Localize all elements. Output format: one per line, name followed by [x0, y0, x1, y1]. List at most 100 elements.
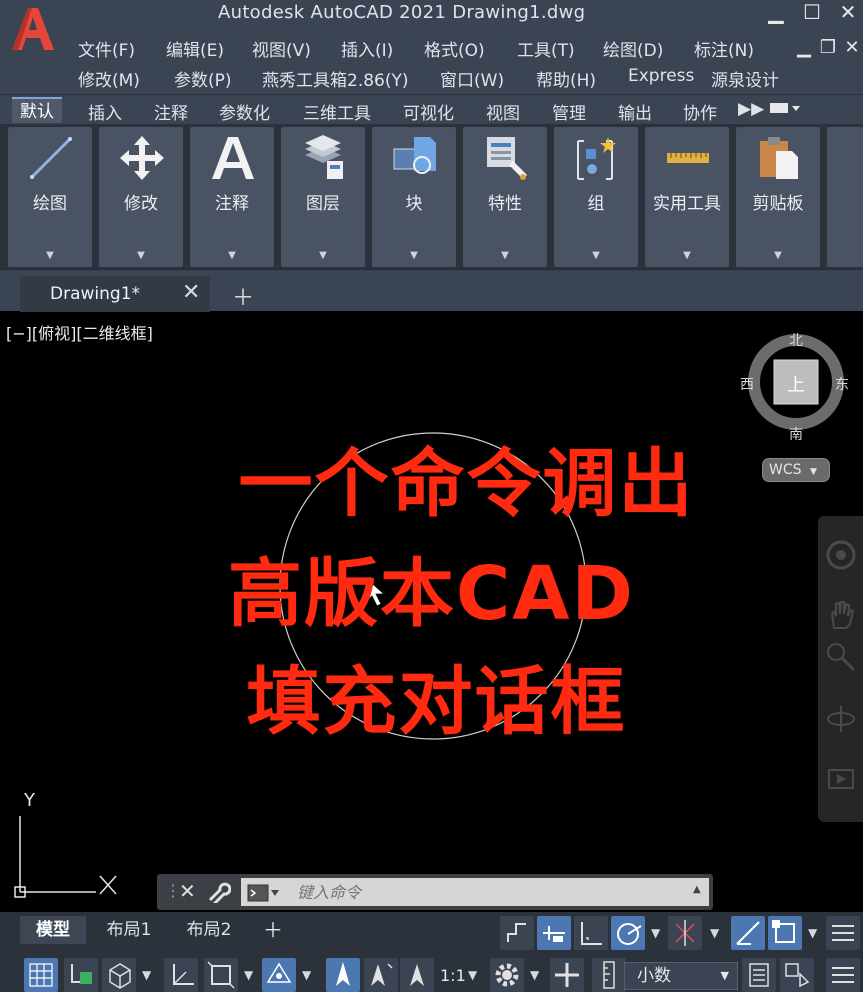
chevron-down-icon[interactable]: ▼ — [645, 250, 729, 261]
annotation-monitor-button[interactable] — [550, 958, 584, 992]
tab-insert[interactable]: 插入 — [88, 99, 122, 124]
menu-draw[interactable]: 绘图(D) — [603, 36, 663, 61]
tab-layout1[interactable]: 布局1 — [94, 916, 164, 944]
quick-properties-button[interactable] — [742, 958, 776, 992]
pan-hand-icon[interactable] — [824, 598, 858, 632]
grid-display-button[interactable] — [24, 958, 58, 992]
compass-south[interactable]: 南 — [789, 424, 803, 444]
menu-dimension[interactable]: 标注(N) — [694, 36, 754, 61]
drawing-viewport[interactable]: Y [−][俯视][二维线框] 一个命令调出 高版本CAD 填充对话框 北 南 … — [0, 312, 863, 912]
tab-output[interactable]: 输出 — [618, 99, 652, 124]
chevron-down-icon[interactable]: ▼ — [244, 968, 253, 982]
chevron-down-icon[interactable]: ▼ — [302, 968, 311, 982]
auto-scale-button[interactable] — [364, 958, 398, 992]
ribbon-display-toggle[interactable] — [768, 98, 802, 123]
zoom-extents-icon[interactable] — [824, 640, 858, 674]
tab-3d-tools[interactable]: 三维工具 — [303, 99, 371, 124]
panel-modify[interactable]: 修改 ▼ — [99, 127, 183, 267]
wcs-menu-button[interactable]: WCS ▼ — [762, 458, 830, 482]
menu-file[interactable]: 文件(F) — [78, 36, 135, 61]
chevron-down-icon[interactable]: ▼ — [99, 250, 183, 261]
dynamic-ucs-button[interactable] — [164, 958, 198, 992]
object-snap-button[interactable] — [768, 916, 802, 950]
units-icon-button[interactable] — [592, 958, 626, 992]
document-tab[interactable]: Drawing1* ✕ — [20, 276, 210, 312]
panel-overflow[interactable] — [827, 127, 863, 267]
isodraft-button[interactable] — [668, 916, 702, 950]
menu-help[interactable]: 帮助(H) — [536, 66, 596, 91]
tab-annotate[interactable]: 注释 — [154, 99, 188, 124]
panel-annotation[interactable]: 注释 ▼ — [190, 127, 274, 267]
ortho-button[interactable] — [574, 916, 608, 950]
annotation-scale-value[interactable]: 1:1 — [440, 966, 466, 985]
panel-block[interactable]: 块 ▼ — [372, 127, 456, 267]
grid-snap-button[interactable] — [537, 916, 571, 950]
customization-button[interactable] — [826, 958, 860, 992]
tab-collaborate[interactable]: 协作 — [683, 99, 717, 124]
chevron-down-icon[interactable]: ▼ — [808, 926, 817, 940]
doc-close-button[interactable]: ✕ — [840, 38, 863, 58]
model-space-button[interactable] — [500, 916, 534, 950]
close-button[interactable]: ✕ — [834, 0, 862, 26]
polar-tracking-button[interactable] — [611, 916, 645, 950]
maximize-button[interactable]: ☐ — [798, 0, 826, 26]
annotation-scale-button[interactable] — [400, 958, 434, 992]
command-prompt-icon[interactable] — [247, 884, 281, 902]
menu-modify[interactable]: 修改(M) — [78, 66, 140, 91]
chevron-down-icon[interactable]: ▼ — [190, 250, 274, 261]
panel-clipboard[interactable]: 剪贴板 ▼ — [736, 127, 820, 267]
menu-parametric[interactable]: 参数(P) — [174, 66, 232, 91]
chevron-down-icon[interactable]: ▼ — [142, 968, 151, 982]
tab-visualize[interactable]: 可视化 — [403, 99, 454, 124]
compass-north[interactable]: 北 — [789, 330, 803, 350]
menu-insert[interactable]: 插入(I) — [341, 36, 393, 61]
chevron-down-icon[interactable]: ▼ — [651, 926, 660, 940]
steering-wheel-icon[interactable] — [824, 538, 858, 572]
status-menu-button[interactable] — [826, 916, 860, 950]
tab-manage[interactable]: 管理 — [552, 99, 586, 124]
viewcube[interactable]: 北 南 东 西 上 — [740, 330, 855, 450]
chevron-down-icon[interactable]: ▼ — [372, 250, 456, 261]
panel-properties[interactable]: 特性 ▼ — [463, 127, 547, 267]
infer-constraints-button[interactable] — [64, 958, 98, 992]
tab-layout2[interactable]: 布局2 — [174, 916, 244, 944]
showmotion-icon[interactable] — [824, 762, 858, 796]
tab-parametric[interactable]: 参数化 — [219, 99, 270, 124]
minimize-button[interactable]: ▁ — [762, 0, 790, 26]
wrench-icon[interactable] — [207, 881, 231, 903]
doc-restore-button[interactable]: ❐ — [816, 38, 840, 58]
panel-utilities[interactable]: 实用工具 ▼ — [645, 127, 729, 267]
menu-yanxiu-toolbox[interactable]: 燕秀工具箱2.86(Y) — [262, 66, 409, 91]
chevron-down-icon[interactable]: ▼ — [281, 250, 365, 261]
panel-draw[interactable]: 绘图 ▼ — [8, 127, 92, 267]
compass-west[interactable]: 西 — [740, 374, 754, 394]
tab-view[interactable]: 视图 — [486, 99, 520, 124]
tab-model[interactable]: 模型 — [20, 916, 86, 944]
close-icon[interactable]: ✕ — [179, 879, 196, 903]
chevron-down-icon[interactable]: ▼ — [710, 926, 719, 940]
menu-edit[interactable]: 编辑(E) — [166, 36, 224, 61]
chevron-down-icon[interactable]: ▼ — [530, 968, 539, 982]
menu-yuanquan[interactable]: 源泉设计 — [711, 66, 779, 91]
panel-group[interactable]: 组 ▼ — [554, 127, 638, 267]
chevron-down-icon[interactable]: ▼ — [468, 968, 477, 982]
annotation-visibility-button[interactable] — [326, 958, 360, 992]
menu-view[interactable]: 视图(V) — [252, 36, 311, 61]
viewport-controls[interactable]: [−][俯视][二维线框] — [6, 320, 153, 344]
menu-format[interactable]: 格式(O) — [424, 36, 485, 61]
compass-east[interactable]: 东 — [835, 374, 849, 394]
isolate-objects-button[interactable] — [780, 958, 814, 992]
chevron-down-icon[interactable]: ▼ — [463, 250, 547, 261]
units-dropdown[interactable]: 小数 ▼ — [624, 962, 738, 990]
panel-layers[interactable]: 图层 ▼ — [281, 127, 365, 267]
chevron-down-icon[interactable]: ▼ — [554, 250, 638, 261]
viewcube-top-face[interactable]: 上 — [787, 371, 805, 397]
menu-window[interactable]: 窗口(W) — [440, 66, 504, 91]
menu-tools[interactable]: 工具(T) — [517, 36, 575, 61]
close-icon[interactable]: ✕ — [182, 280, 200, 305]
doc-minimize-button[interactable]: ▁ — [792, 38, 816, 58]
selection-filter-button[interactable] — [204, 958, 238, 992]
tab-default[interactable]: 默认 — [12, 97, 62, 123]
3d-osnap-button[interactable] — [102, 958, 136, 992]
chevron-down-icon[interactable]: ▼ — [736, 250, 820, 261]
